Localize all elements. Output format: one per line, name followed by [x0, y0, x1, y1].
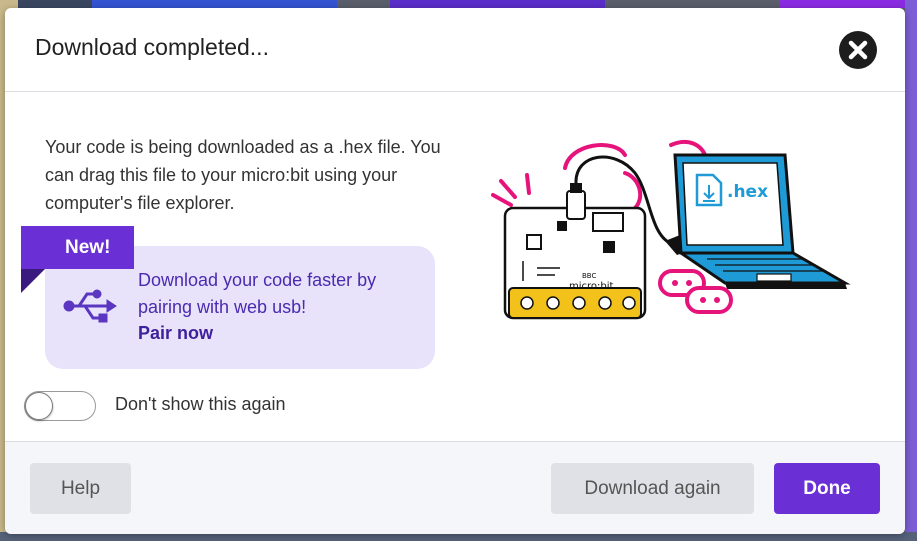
background-right-strip: [905, 0, 917, 541]
dialog-footer: [5, 441, 905, 534]
done-button[interactable]: Done: [774, 463, 880, 514]
microbit-laptop-illustration: BBC micro:bit .hex: [475, 133, 855, 338]
board-brand-label: BBC: [582, 272, 596, 280]
dialog-title: Download completed...: [35, 34, 269, 60]
download-dialog: Download completed... Your code is being…: [5, 8, 905, 534]
board-label: micro:bit: [569, 281, 614, 292]
close-icon: [848, 40, 868, 60]
dont-show-again-toggle[interactable]: [24, 391, 96, 421]
download-again-button[interactable]: Download again: [551, 463, 754, 514]
hex-file-label: .hex: [727, 182, 768, 202]
toggle-knob: [25, 392, 53, 420]
dont-show-again-label: Don't show this again: [115, 394, 286, 414]
pair-now-link[interactable]: Pair now: [138, 323, 213, 344]
webusb-promo-text: Download your code faster by pairing wit…: [138, 270, 377, 317]
usb-icon: [63, 289, 117, 323]
close-button[interactable]: [839, 31, 877, 69]
new-badge: New!: [21, 226, 134, 269]
new-badge-fold: [21, 269, 45, 293]
new-badge-label: New!: [65, 237, 111, 258]
background-category-tab: [92, 0, 337, 8]
background-toolbar-block: [390, 0, 605, 8]
help-button[interactable]: Help: [30, 463, 131, 514]
dialog-header: Download completed...: [5, 8, 905, 92]
download-description: Your code is being downloaded as a .hex …: [45, 137, 441, 213]
background-header-block: [780, 0, 917, 8]
